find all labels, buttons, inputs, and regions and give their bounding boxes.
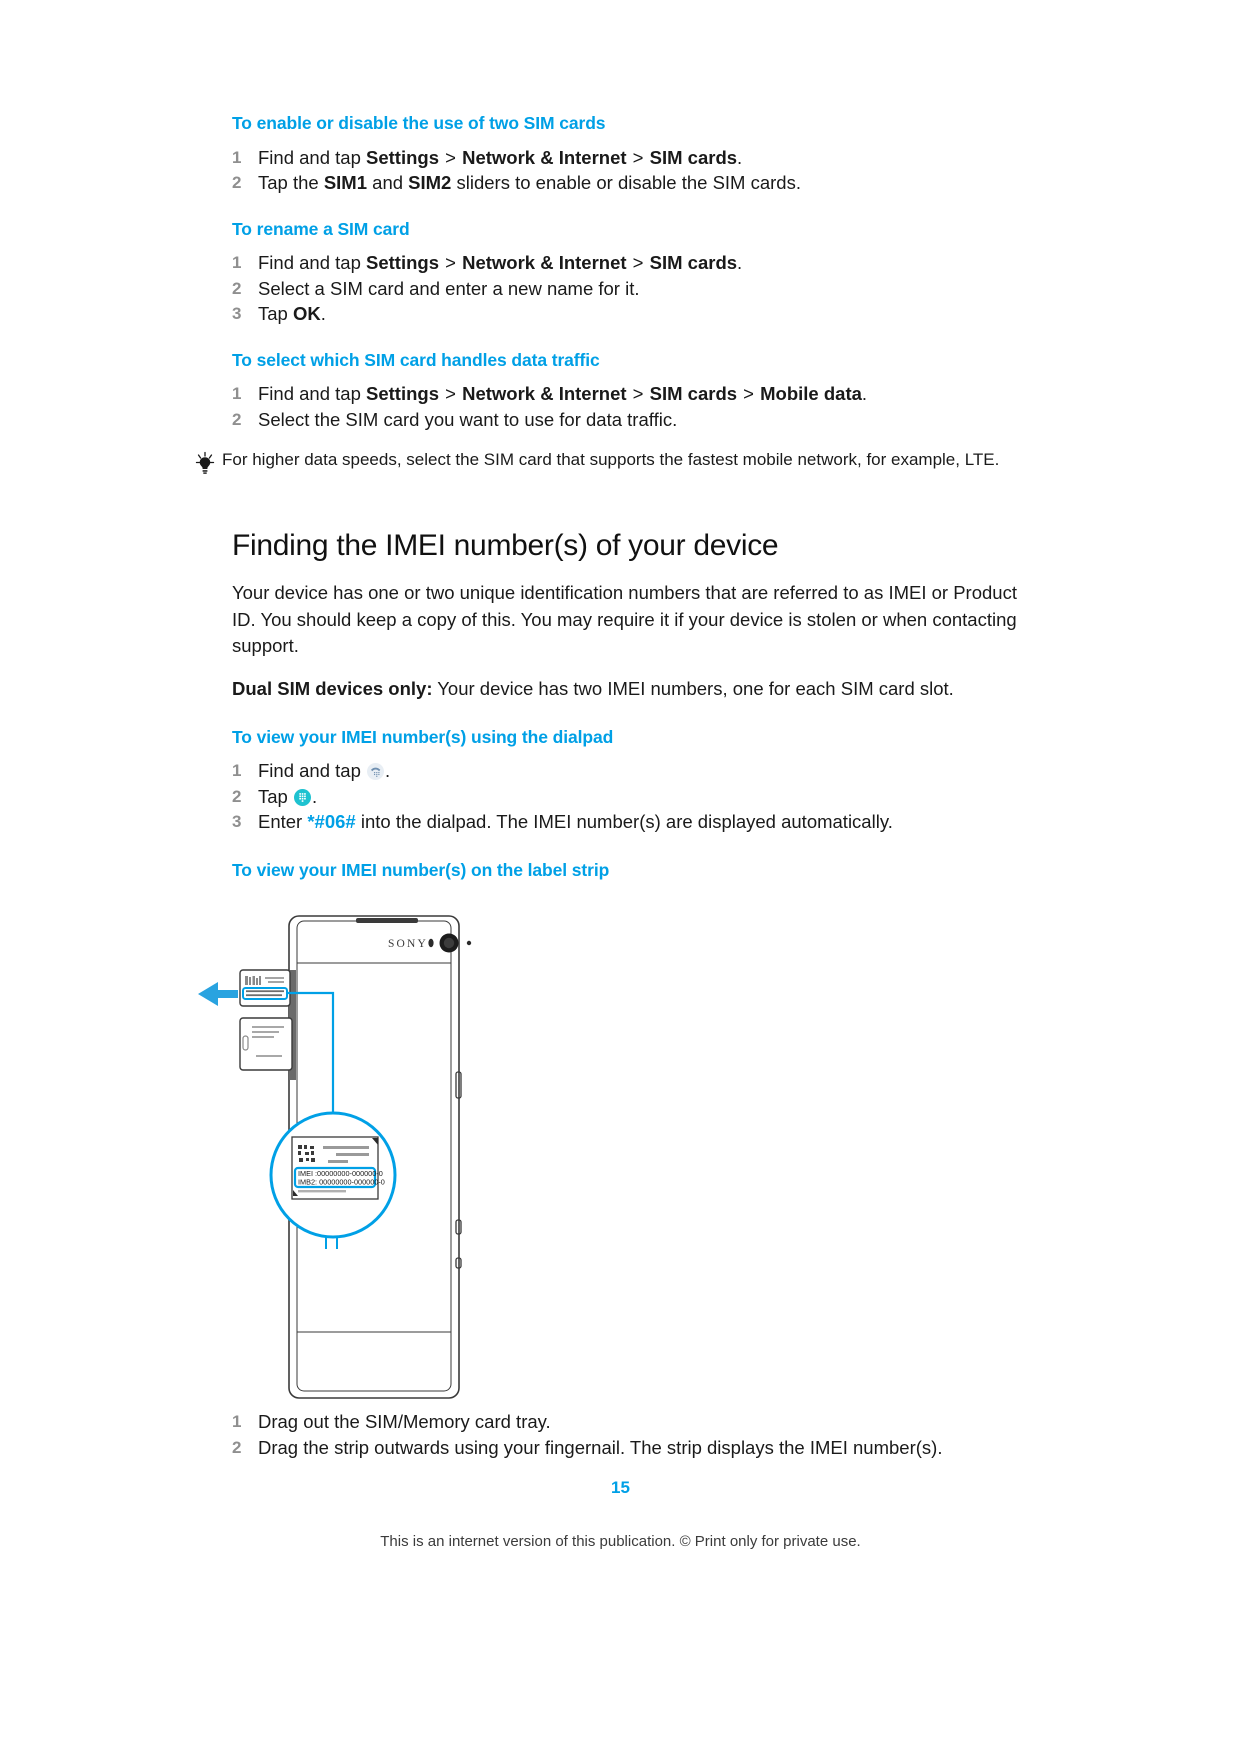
step-text-after: into the dialpad. The IMEI number(s) are… — [355, 811, 893, 833]
drag-direction-arrow — [198, 982, 238, 1006]
step-item: 1 Find and tap Settings > Network & Inte… — [232, 250, 1022, 276]
lightbulb-icon — [188, 450, 222, 475]
page-title: Finding the IMEI number(s) of your devic… — [232, 529, 779, 563]
step-number: 1 — [232, 253, 242, 273]
imei-paragraph-1: Your device has one or two unique identi… — [232, 582, 1017, 656]
tip-text: For higher data speeds, select the SIM c… — [222, 450, 1000, 470]
step-text: Enter *#06# into the dialpad. The IMEI n… — [258, 809, 1022, 835]
step-text: Find and tap Settings > Network & Intern… — [258, 383, 868, 405]
dialpad-icon — [293, 787, 311, 806]
steps-list-select-data-sim: 1 Find and tap Settings > Network & Inte… — [232, 381, 1022, 432]
step-item: 1 Drag out the SIM/Memory card tray. — [232, 1409, 1022, 1435]
step-text: Find and tap Settings > Network & Intern… — [258, 146, 743, 168]
step-text: Select a SIM card and enter a new name f… — [258, 277, 640, 299]
step-text-after: . — [311, 785, 318, 807]
steps-list-label-strip: 1 Drag out the SIM/Memory card tray. 2 D… — [232, 1409, 1022, 1482]
step-number: 2 — [232, 173, 242, 193]
sim-label-strip — [239, 969, 291, 1007]
section-heading-enable-disable-sim: To enable or disable the use of two SIM … — [232, 113, 606, 133]
step-item: 1 Find and tap Settings > Network & Inte… — [232, 145, 1022, 171]
step-number: 2 — [232, 278, 242, 298]
step-number: 1 — [232, 1412, 242, 1431]
tip-callout: For higher data speeds, select the SIM c… — [195, 448, 1022, 475]
manual-page: To enable or disable the use of two SIM … — [0, 0, 1241, 1754]
step-number: 1 — [232, 761, 242, 781]
step-text-before: Find and tap — [258, 760, 366, 782]
step-text: Find and tap Settings > Network & Intern… — [258, 252, 743, 274]
step-item: 3 Enter *#06# into the dialpad. The IMEI… — [232, 809, 1022, 835]
step-item: 2 Select the SIM card you want to use fo… — [232, 407, 1022, 433]
step-text: Select the SIM card you want to use for … — [258, 408, 678, 430]
step-item: 3 Tap OK. — [232, 301, 1022, 327]
section-heading-rename-sim: To rename a SIM card — [232, 218, 410, 239]
step-text: Tap OK. — [258, 303, 326, 325]
step-text: Drag the strip outwards using your finge… — [258, 1436, 943, 1458]
imei-magnifier: IMEI :00000000-000000-0 IMB2: 00000000-0… — [269, 1111, 397, 1239]
step-number: 2 — [232, 1437, 242, 1457]
dial-code: *#06# — [307, 811, 356, 833]
step-text-after: . — [385, 760, 391, 782]
step-text-before: Enter — [258, 811, 308, 833]
step-number: 2 — [232, 786, 242, 806]
step-item: 2 Drag the strip outwards using your fin… — [232, 1435, 1022, 1461]
step-item: 2 Tap . — [232, 784, 1022, 810]
steps-list-rename-sim: 1 Find and tap Settings > Network & Inte… — [232, 250, 1022, 327]
footer-disclaimer: This is an internet version of this publ… — [380, 1533, 861, 1550]
section-heading-label-strip: To view your IMEI number(s) on the label… — [232, 859, 610, 880]
section-heading-select-data-sim: To select which SIM card handles data tr… — [232, 349, 600, 370]
step-text: Tap . — [258, 784, 1022, 810]
step-item: 2 Tap the SIM1 and SIM2 sliders to enabl… — [232, 170, 1022, 196]
section-heading-dialpad: To view your IMEI number(s) using the di… — [232, 726, 614, 747]
imei-paragraph-2: Dual SIM devices only: Your device has t… — [232, 676, 1022, 702]
step-number: 3 — [232, 304, 242, 324]
step-text: Drag out the SIM/Memory card tray. — [258, 1411, 551, 1432]
step-number: 1 — [232, 147, 242, 167]
page-content: To enable or disable the use of two SIM … — [195, 112, 1022, 892]
step-item: 1 Find and tap Settings > Network & Inte… — [232, 381, 1022, 407]
step-text: Find and tap . — [258, 758, 1022, 784]
step-text-before: Tap — [258, 785, 293, 807]
step-number: 2 — [232, 409, 242, 429]
phone-illustration: SONY IMEI:00000000-000000-0 IMB2: 00000… — [196, 900, 676, 1420]
step-number: 1 — [232, 384, 242, 404]
page-number: 15 — [611, 1478, 630, 1497]
steps-list-dialpad: 1 Find and tap . 2 Tap . 3 Enter *#06# i… — [232, 758, 1022, 835]
memory-card-tray — [239, 1017, 293, 1071]
dual-sim-text: Your device has two IMEI numbers, one fo… — [432, 677, 954, 699]
step-item: 2 Select a SIM card and enter a new name… — [232, 276, 1022, 302]
dual-sim-label: Dual SIM devices only: — [232, 677, 433, 699]
steps-list-enable-disable-sim: 1 Find and tap Settings > Network & Inte… — [232, 145, 1022, 196]
step-text: Tap the SIM1 and SIM2 sliders to enable … — [258, 172, 801, 194]
phone-handset-icon — [367, 761, 384, 781]
step-item: 1 Find and tap . — [232, 758, 1022, 784]
imei-line-2: IMB2: 00000000-000000-0 — [298, 1178, 385, 1187]
sony-brand-text: SONY — [388, 938, 428, 950]
step-number: 3 — [232, 812, 242, 832]
